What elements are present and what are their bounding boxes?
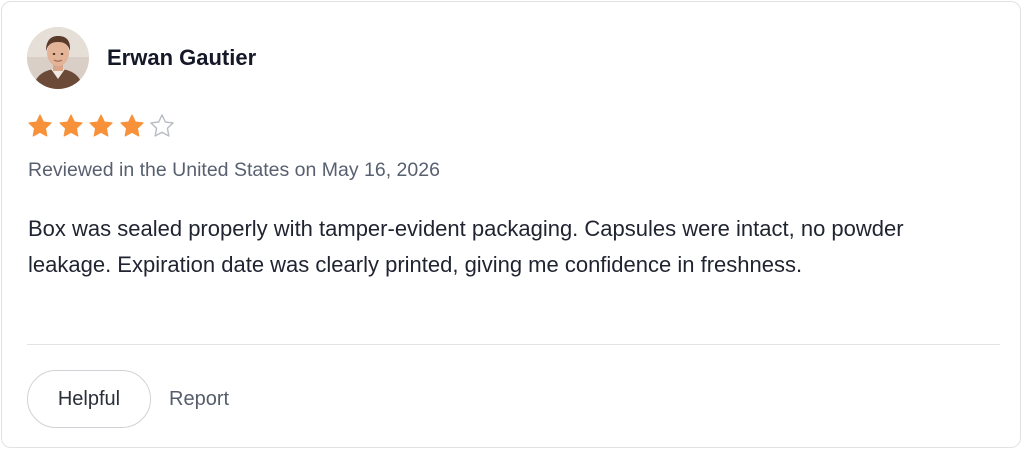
star-rating bbox=[27, 113, 180, 139]
star-empty-icon bbox=[150, 114, 174, 137]
star-filled-icon bbox=[58, 114, 83, 137]
review-card: Erwan Gautier Reviewed in the United Sta… bbox=[1, 1, 1021, 448]
review-text: Box was sealed properly with tamper-evid… bbox=[28, 216, 904, 277]
review-header: Erwan Gautier bbox=[27, 27, 256, 89]
review-date: Reviewed in the United States on May 16,… bbox=[28, 159, 440, 181]
star-filled-icon bbox=[28, 114, 52, 137]
star-filled-icon bbox=[119, 114, 144, 137]
report-link[interactable]: Report bbox=[169, 385, 229, 413]
helpful-button[interactable]: Helpful bbox=[27, 370, 151, 428]
star-filled-icon bbox=[89, 114, 113, 137]
reviewer-name: Erwan Gautier bbox=[107, 45, 257, 70]
divider bbox=[27, 344, 1000, 345]
avatar bbox=[27, 27, 89, 89]
